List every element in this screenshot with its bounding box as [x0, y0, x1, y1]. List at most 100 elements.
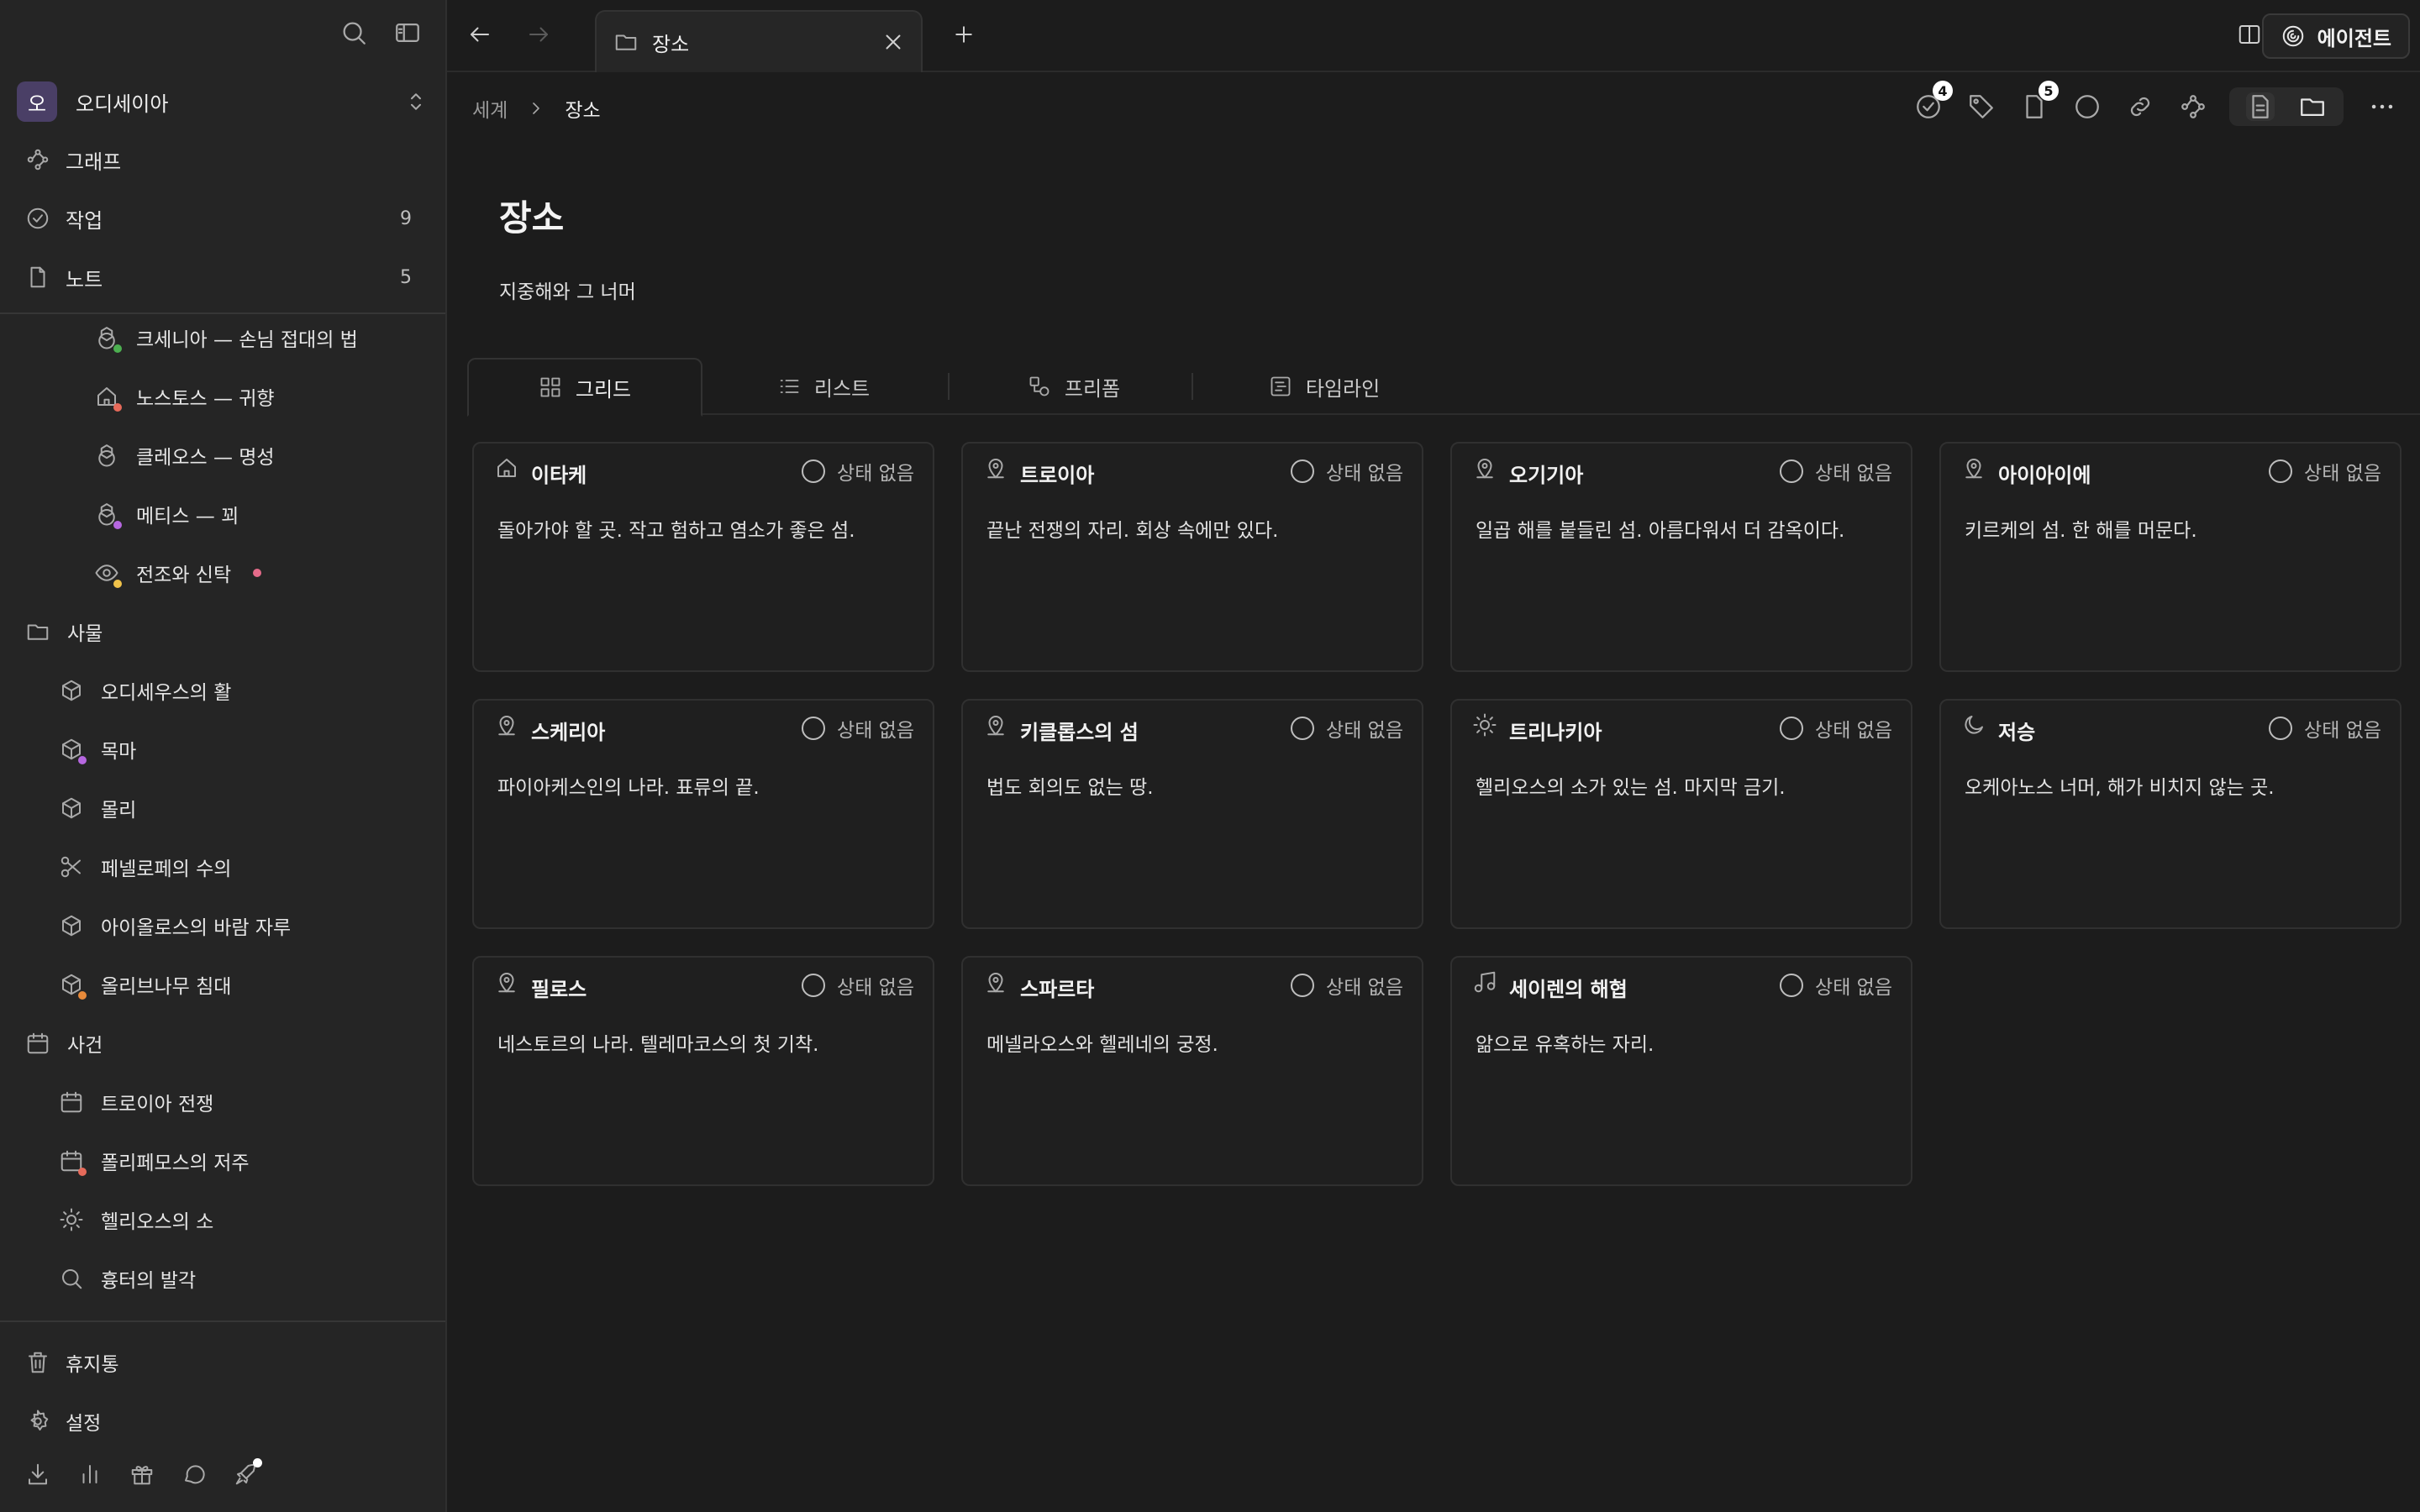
tree-item-xenia[interactable]: 크세니아 — 손님 접대의 법	[94, 316, 358, 360]
workspace-switcher[interactable]: 오 오디세이아	[17, 79, 429, 124]
status-selector[interactable]: 상태 없음	[2269, 457, 2381, 486]
tree-item-olive-bed[interactable]: 올리브나무 침대	[59, 963, 231, 1006]
eye-icon	[94, 560, 122, 588]
plus-icon[interactable]	[951, 22, 976, 47]
bar-chart-icon[interactable]	[77, 1462, 103, 1487]
close-icon[interactable]	[881, 29, 906, 55]
gift-icon[interactable]	[129, 1462, 155, 1487]
tree-item-omens[interactable]: 전조와 신탁	[94, 551, 262, 595]
page-description[interactable]: 지중해와 그 너머	[499, 276, 636, 304]
sidebar-toggle-icon[interactable]	[393, 18, 422, 47]
tree-item-moly[interactable]: 몰리	[59, 786, 136, 830]
card-ithaca[interactable]: 이타케 상태 없음 돌아가야 할 곳. 작고 험하고 염소가 좋은 섬.	[472, 442, 934, 672]
more-options-icon[interactable]	[2368, 92, 2396, 121]
tree-item-helios-cattle[interactable]: 헬리오스의 소	[59, 1198, 213, 1242]
card-ogygia[interactable]: 오기기아 상태 없음 일곱 해를 붙들린 섬. 아름다워서 더 감옥이다.	[1450, 442, 1912, 672]
tree-folder-events[interactable]: 사건	[25, 1021, 103, 1065]
status-selector[interactable]: 상태 없음	[2269, 714, 2381, 743]
spiral-icon	[2281, 24, 2317, 49]
status-circle-icon	[2269, 459, 2293, 483]
nav-settings[interactable]: 설정	[25, 1399, 101, 1443]
back-arrow-icon[interactable]	[467, 22, 492, 47]
tab-grid[interactable]: 그리드	[467, 358, 702, 417]
status-circle-icon	[802, 459, 826, 483]
status-selector[interactable]: 상태 없음	[802, 714, 914, 743]
status-dot	[113, 344, 122, 353]
status-selector[interactable]: 상태 없음	[802, 457, 914, 486]
nav-notes[interactable]: 노트 5	[25, 255, 420, 299]
tag-icon[interactable]	[1967, 92, 1996, 121]
status-selector[interactable]: 상태 없음	[1780, 714, 1892, 743]
tree-item-shroud[interactable]: 페넬로페의 수의	[59, 845, 231, 889]
download-icon[interactable]	[25, 1462, 50, 1487]
tree-item-metis[interactable]: 메티스 — 꾀	[94, 492, 239, 536]
card-title: 트로이아	[1020, 464, 1095, 487]
tree-item-label: 헬리오스의 소	[101, 1211, 214, 1233]
status-selector[interactable]: 상태 없음	[1291, 971, 1403, 1000]
card-sirens-strait[interactable]: 세이렌의 해협 상태 없음 앎으로 유혹하는 자리.	[1450, 956, 1912, 1186]
tab-timeline[interactable]: 타임라인	[1198, 358, 1450, 415]
split-view-icon[interactable]	[2237, 22, 2262, 47]
card-description: 네스토르의 나라. 텔레마코스의 첫 기착.	[497, 1034, 819, 1056]
tree-item-kleos[interactable]: 클레오스 — 명성	[94, 433, 275, 477]
status-selector[interactable]: 상태 없음	[1291, 457, 1403, 486]
cube-icon	[59, 795, 84, 821]
tree-folder-things[interactable]: 사물	[25, 610, 103, 654]
cube-icon	[59, 737, 87, 764]
card-underworld[interactable]: 저승 상태 없음 오케아노스 너머, 해가 비치지 않는 곳.	[1939, 699, 2402, 929]
card-sparta[interactable]: 스파르타 상태 없음 메넬라오스와 헬레네의 궁정.	[961, 956, 1423, 1186]
card-description: 키르케의 섬. 한 해를 머문다.	[1965, 520, 2197, 542]
card-pylos[interactable]: 필로스 상태 없음 네스토르의 나라. 텔레마코스의 첫 기착.	[472, 956, 934, 1186]
forward-arrow-icon[interactable]	[526, 22, 551, 47]
nav-graph[interactable]: 그래프	[25, 138, 420, 181]
status-selector[interactable]: 상태 없음	[802, 971, 914, 1000]
breadcrumb-parent[interactable]: 세계	[472, 94, 508, 123]
card-thrinacia[interactable]: 트리나키아 상태 없음 헬리오스의 소가 있는 섬. 마지막 금기.	[1450, 699, 1912, 929]
card-title: 오기기아	[1509, 464, 1584, 487]
card-cyclops-island[interactable]: 키클롭스의 섬 상태 없음 법도 회의도 없는 땅.	[961, 699, 1423, 929]
rocket-icon[interactable]	[234, 1458, 262, 1487]
status-circle-icon[interactable]	[2073, 92, 2102, 121]
cube-icon	[59, 678, 84, 703]
location-pin-icon	[983, 712, 1008, 738]
notes-button[interactable]: 5	[2020, 81, 2059, 121]
link-icon[interactable]	[2126, 92, 2154, 121]
tree-item-label: 크세니아 — 손님 접대의 법	[136, 329, 358, 351]
nav-trash[interactable]: 휴지통	[25, 1341, 118, 1384]
location-pin-icon	[1961, 455, 1986, 480]
tree-item-nostos[interactable]: 노스토스 — 귀향	[94, 375, 275, 418]
status-dot	[78, 991, 87, 1000]
folder-icon[interactable]	[2298, 92, 2327, 121]
document-icon[interactable]	[2246, 92, 2275, 121]
status-label: 상태 없음	[2304, 463, 2381, 485]
chevron-up-down-icon	[403, 89, 429, 114]
card-aiaia[interactable]: 아이아이에 상태 없음 키르케의 섬. 한 해를 머문다.	[1939, 442, 2402, 672]
tab-places[interactable]: 장소	[595, 10, 923, 72]
tab-list[interactable]: 리스트	[706, 358, 941, 415]
tree-item-trojan-war[interactable]: 트로이아 전쟁	[59, 1080, 213, 1124]
card-description: 끝난 전쟁의 자리. 회상 속에만 있다.	[986, 520, 1279, 542]
search-icon[interactable]	[339, 18, 368, 47]
tree-item-polyphemus-curse[interactable]: 폴리페모스의 저주	[59, 1139, 250, 1183]
tree-item-bow[interactable]: 오디세우스의 활	[59, 669, 231, 712]
tree-item-wind-bag[interactable]: 아이올로스의 바람 자루	[59, 904, 291, 948]
sun-icon	[1472, 712, 1497, 738]
graph-icon[interactable]	[2179, 92, 2207, 121]
card-scheria[interactable]: 스케리아 상태 없음 파이아케스인의 나라. 표류의 끝.	[472, 699, 934, 929]
status-selector[interactable]: 상태 없음	[1780, 457, 1892, 486]
tasks-button[interactable]: 4	[1914, 81, 1953, 121]
tab-separator	[1192, 373, 1193, 400]
card-troy[interactable]: 트로이아 상태 없음 끝난 전쟁의 자리. 회상 속에만 있다.	[961, 442, 1423, 672]
status-circle-icon	[1780, 974, 1804, 997]
tab-freeform[interactable]: 프리폼	[956, 358, 1192, 415]
sidebar-divider	[0, 1320, 445, 1322]
agent-button[interactable]: 에이전트	[2261, 13, 2410, 59]
status-selector[interactable]: 상태 없음	[1780, 971, 1892, 1000]
tree-item-horse[interactable]: 목마	[59, 727, 136, 771]
tree-item-scar[interactable]: 흉터의 발각	[59, 1257, 196, 1300]
nav-graph-label: 그래프	[66, 150, 122, 174]
view-mode-toggle	[2229, 87, 2344, 126]
nav-tasks[interactable]: 작업 9	[25, 197, 420, 240]
status-selector[interactable]: 상태 없음	[1291, 714, 1403, 743]
chat-bubble-icon[interactable]	[182, 1462, 207, 1487]
